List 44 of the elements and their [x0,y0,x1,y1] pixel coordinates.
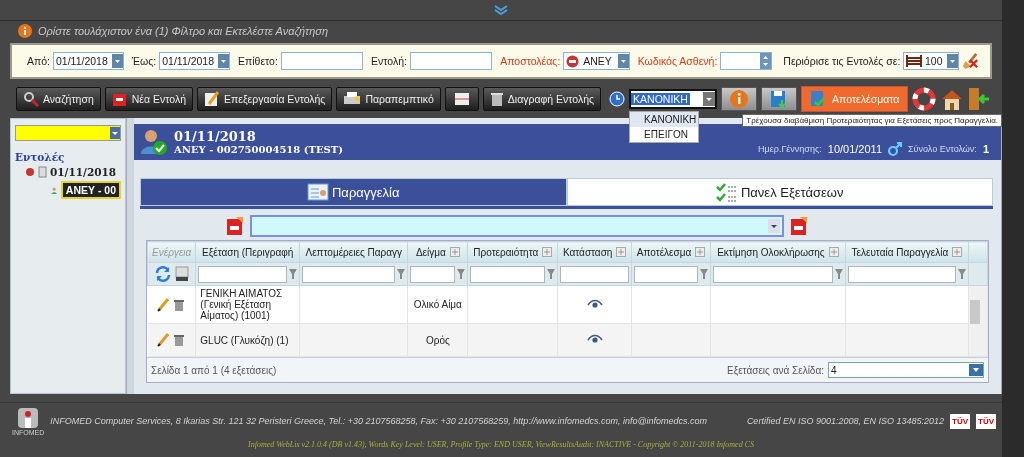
filter-label: Εντολή: [371,55,407,67]
exam-name: GLUC (Γλυκόζη) (1) [200,334,289,346]
certification-text: Certified EN ISO 9001:2008, EN ISO 13485:2012 [746,416,944,426]
toolbar-button[interactable]: Νέα Εντολή [104,87,193,111]
tooltip: Τρέχουσα διαβάθμιση Προτεραιότητας για Εξετάσεις προς Παραγγελία. [742,114,1002,127]
date-field[interactable]: 01/11/2018 [159,52,230,70]
version-text: Infomed WebLis v2.1.0.4 (DB v1.43), Words Key Level: USER, Profile Type: END USER, ViewResultsAudit: INACTIVE - Copyright © 2011-2018 Infomed CS [247,440,755,449]
per-page-label: Εξετάσεις ανά Σελίδα: [727,364,824,376]
toolbar-button[interactable]: Αναζήτηση [16,87,101,111]
limit-select[interactable]: 100 [903,52,960,70]
birth-date: 10/01/2011 [827,143,882,155]
company-info: INFOMED Computer Services, 8 Ikarias Str. 121 32 Peristeri Greece, Tel.: +30 2107568258, Fax: +30 2107568259, http://www.infomedcs.com, info@infomedcs.com [50,416,708,426]
sender-select[interactable]: ΑΝΕΥ [563,52,630,70]
per-page-select[interactable]: 4 [828,362,984,378]
tree-item[interactable]: ΑΝΕΥ - 00 [60,181,121,199]
tab[interactable]: Πανελ Εξετάσεων [566,178,993,206]
filter-label: Από: [27,55,50,67]
sample-type: Ορός [425,334,450,346]
birth-label: Ημερ.Γέννησης: [758,144,822,154]
tree-item[interactable]: Εντολές [15,151,65,163]
orders-count: 1 [982,143,989,155]
priority-select[interactable]: ΚΑΝΟΝΙΚΗ [629,89,718,109]
filter-message: Ορίστε τουλάχιστον ένα (1) Φίλτρο και Εκτελέστε Αναζήτηση [38,25,328,37]
tree-item[interactable]: 01/11/2018 [50,166,117,178]
toolbar-button[interactable]: Επεξεργασία Εντολής [196,87,333,111]
filter-label: Κωδικός Ασθενή: [637,55,718,67]
priority-option[interactable]: ΕΠΕΙΓΟΝ [630,127,699,142]
certification-badge: TÜV [976,413,996,429]
orders-label: Σύνολο Εντολών: [908,144,977,154]
toolbar-button[interactable]: Διαγραφή Εντολής [482,87,602,111]
certification-badge: TÜV [950,413,970,429]
order-date: 01/11/2018 [174,129,257,144]
sample-type: Ολικό Αίμα [413,299,462,310]
date-field[interactable]: 01/11/2018 [53,52,124,70]
exam-name: ΓΕΝΙΚΗ ΑΙΜΑΤΟΣ (Γενική Εξέταση Αίματος) (1001) [200,288,283,321]
tab[interactable]: Παραγγελία [140,178,567,206]
filter-label: Έως: [131,55,157,67]
toolbar-button[interactable]: Παραπεμπτικό [336,87,441,111]
page-info: Σελίδα 1 από 1 (4 εξετάσεις) [151,364,277,376]
filter-label: Επίθετο: [238,55,278,67]
limit-label: Περιόρισε τις Εντολές σε: [783,55,901,67]
patient-name: ΑΝΕΥ - 002750004518 (TEST) [174,144,343,155]
priority-option[interactable]: ΚΑΝΟΝΙΚΗ [630,112,699,127]
filter-label: Αποστολέας: [500,55,561,67]
